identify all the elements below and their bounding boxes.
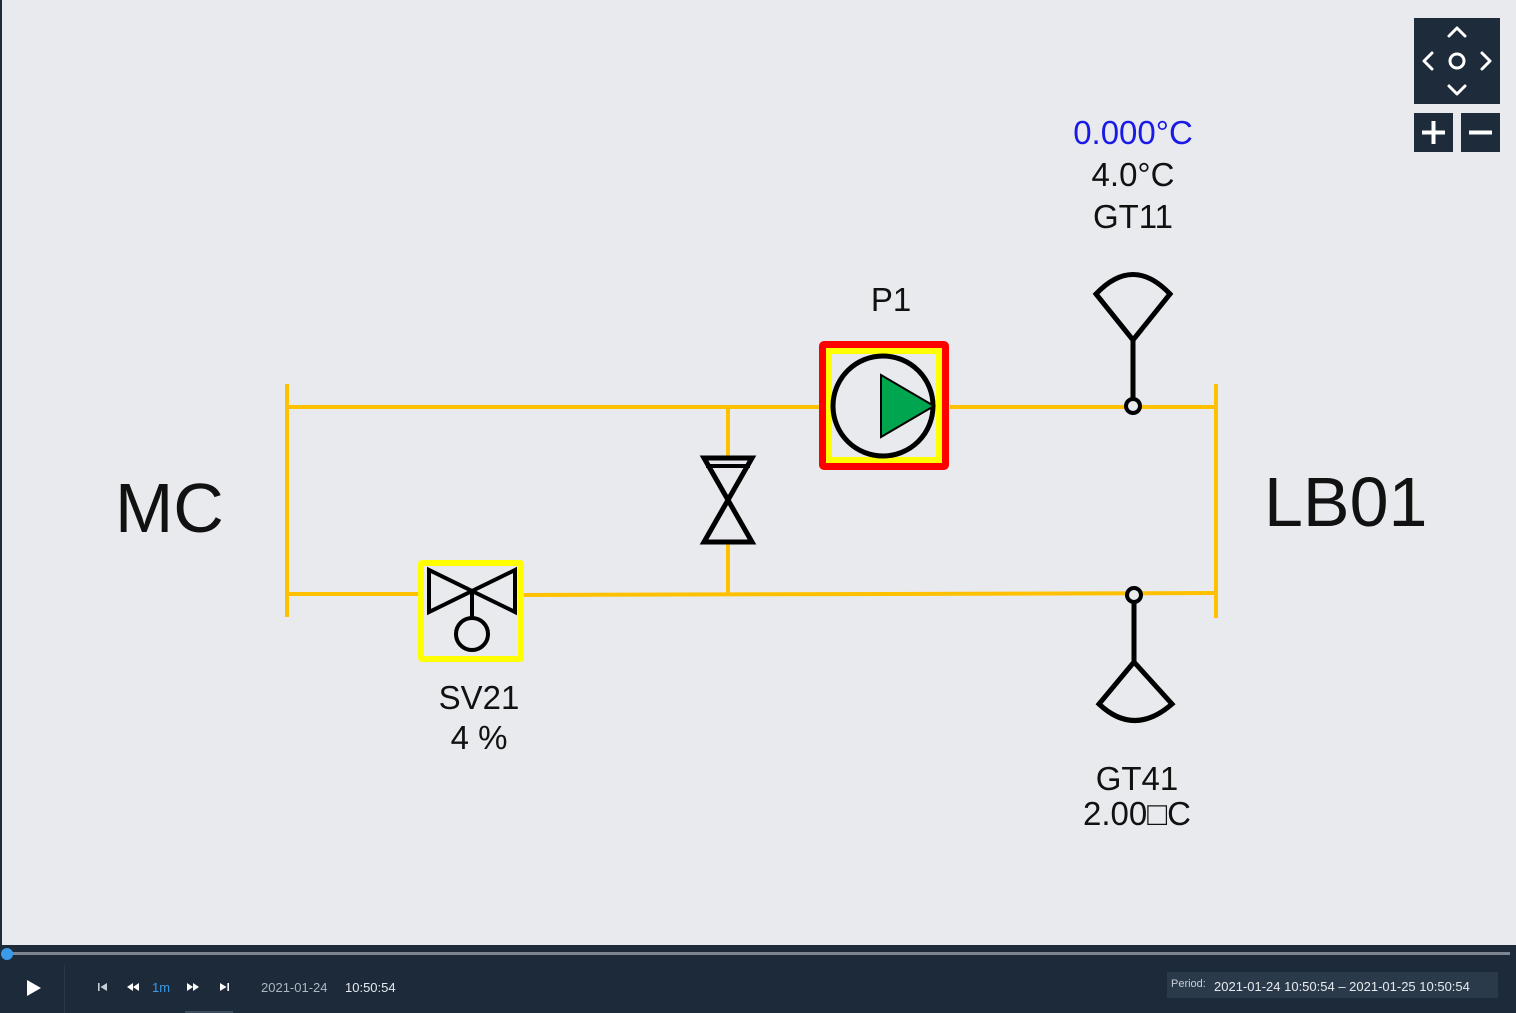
system-label-left: MC	[115, 469, 224, 547]
step-size[interactable]: 1m	[152, 980, 170, 995]
sensor-gt41-icon[interactable]	[1095, 586, 1176, 723]
skip-end-button[interactable]	[213, 976, 235, 998]
arrow-left-icon	[1422, 51, 1434, 71]
rewind-button[interactable]	[122, 976, 144, 998]
arrow-down-icon	[1447, 84, 1467, 96]
gt11-setpoint: 0.000°C	[1073, 114, 1193, 151]
pump-p1-icon[interactable]	[819, 341, 949, 470]
zoom-in-button[interactable]	[1414, 113, 1453, 152]
diagram-canvas: MC LB01 P1 SV21 4 % 0.000°C 4.0°C GT11 G…	[0, 0, 1516, 945]
period-selector[interactable]: Period: 2021-01-24 10:50:54 – 2021-01-25…	[1167, 972, 1498, 998]
valve-value: 4 %	[450, 719, 508, 756]
period-label: Period:	[1171, 978, 1206, 990]
playback-bar: 1m 2021-01-24 10:50:54 Period: 2021-01-2…	[0, 945, 1516, 1013]
plus-icon	[1422, 121, 1445, 144]
fast-forward-button[interactable]	[182, 976, 204, 998]
gt11-name: GT11	[1092, 198, 1174, 235]
gt41-value: 2.00□C	[1083, 795, 1191, 832]
center-icon	[1448, 52, 1466, 70]
minus-icon	[1469, 130, 1492, 135]
arrow-right-icon	[1480, 51, 1492, 71]
arrow-up-icon	[1447, 26, 1467, 38]
gt11-value: 4.0°C	[1091, 156, 1175, 193]
play-icon	[27, 980, 41, 996]
gt41-name: GT41	[1095, 760, 1179, 797]
timeline-handle[interactable]	[1, 948, 13, 960]
valve-sv21-icon[interactable]	[418, 560, 524, 662]
fast-forward-icon	[187, 983, 199, 991]
skip-start-button[interactable]	[92, 976, 114, 998]
play-button[interactable]	[14, 973, 54, 1003]
pump-name: P1	[870, 281, 912, 318]
period-range: 2021-01-24 10:50:54 – 2021-01-25 10:50:5…	[1214, 979, 1470, 994]
current-time: 10:50:54	[345, 980, 396, 995]
bypass-valve-icon[interactable]	[699, 455, 757, 545]
system-label-right: LB01	[1264, 463, 1428, 541]
sensor-gt11-icon[interactable]	[1092, 272, 1174, 415]
pan-arrows-icon	[1422, 26, 1492, 96]
skip-start-icon	[98, 983, 107, 991]
timeline-track[interactable]	[6, 952, 1510, 955]
current-date: 2021-01-24	[261, 980, 328, 995]
divider	[64, 965, 65, 1013]
valve-name: SV21	[438, 679, 520, 716]
pan-control[interactable]	[1414, 18, 1500, 104]
zoom-out-button[interactable]	[1461, 113, 1500, 152]
skip-end-icon	[220, 983, 229, 991]
rewind-icon	[127, 983, 139, 991]
